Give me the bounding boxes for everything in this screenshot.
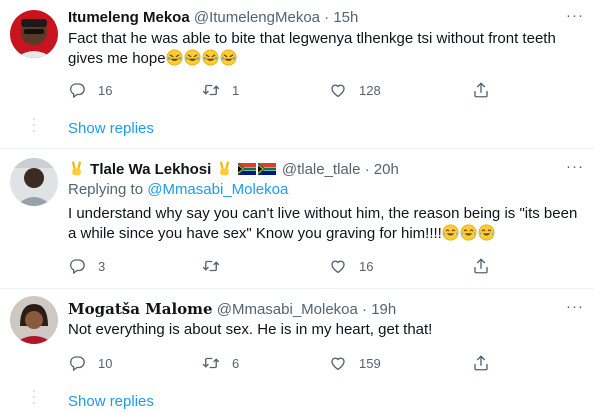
retweet-icon (202, 257, 220, 275)
share-button[interactable] (472, 353, 490, 373)
reply-icon (68, 354, 86, 372)
tears-of-joy-emoji-icon (442, 224, 459, 241)
separator-dot: · (362, 301, 368, 318)
more-options-icon[interactable]: ··· (566, 299, 584, 314)
timestamp[interactable]: 15h (333, 9, 358, 26)
retweet-count: 6 (232, 355, 240, 371)
like-count: 16 (359, 258, 374, 274)
tweet-text: Fact that he was able to bite that legwe… (68, 30, 556, 67)
author-name[interactable]: Itumeleng Mekoa (68, 9, 190, 26)
tweet-text-container: I understand why say you can't live with… (68, 204, 583, 244)
share-icon (472, 354, 490, 372)
victory-hand-emoji-icon (216, 160, 233, 177)
victory-hand-emoji-icon (68, 160, 85, 177)
reply-count: 16 (98, 82, 113, 98)
tweet-text-container: Not everything is about sex. He is in my… (68, 320, 583, 340)
avatar[interactable] (10, 10, 58, 58)
share-icon (472, 81, 490, 99)
reply-icon (68, 257, 86, 275)
avatar[interactable] (10, 296, 58, 344)
show-replies-link[interactable]: Show replies (68, 393, 154, 411)
tweet-text: Not everything is about sex. He is in my… (68, 321, 433, 338)
separator-dot: · (324, 9, 330, 26)
like-icon (329, 81, 347, 99)
more-options-icon[interactable]: ··· (566, 159, 584, 174)
author-handle[interactable]: @Mmasabi_Molekoa (217, 301, 358, 318)
like-icon (329, 257, 347, 275)
tears-of-joy-emoji-icon (478, 224, 495, 241)
reply-count: 10 (98, 355, 113, 371)
thread-dots (33, 118, 35, 136)
replying-to: Replying to @Mmasabi_Molekoa (68, 181, 288, 199)
share-button[interactable] (472, 256, 490, 276)
share-icon (472, 257, 490, 275)
like-count: 128 (359, 82, 381, 98)
author-handle[interactable]: @ItumelengMekoa (194, 9, 320, 26)
rolling-laughing-emoji-icon (202, 49, 219, 66)
retweet-button[interactable]: 1 (202, 80, 239, 100)
retweet-count: 1 (232, 82, 240, 98)
tweet-text: I understand why say you can't live with… (68, 205, 578, 242)
like-button[interactable]: 16 (329, 256, 373, 276)
reply-button[interactable]: 3 (68, 256, 105, 276)
tears-of-joy-emoji-icon (460, 224, 477, 241)
thread-dots (33, 390, 35, 408)
timestamp[interactable]: 20h (374, 161, 399, 178)
replying-to-label: Replying to (68, 181, 144, 198)
author-name[interactable]: Tlale Wa Lekhosi (90, 161, 211, 178)
south-africa-flag-icon (238, 163, 256, 175)
rolling-laughing-emoji-icon (220, 49, 237, 66)
separator-dot: · (364, 161, 370, 178)
tweet-text-container: Fact that he was able to bite that legwe… (68, 29, 583, 69)
like-button[interactable]: 159 (329, 353, 381, 373)
more-options-icon[interactable]: ··· (566, 8, 584, 23)
divider (0, 148, 594, 149)
reply-icon (68, 81, 86, 99)
reply-button[interactable]: 10 (68, 353, 112, 373)
timestamp[interactable]: 19h (371, 301, 396, 318)
divider (0, 288, 594, 289)
share-button[interactable] (472, 80, 490, 100)
reply-count: 3 (98, 258, 106, 274)
retweet-button[interactable]: 6 (202, 353, 239, 373)
south-africa-flag-icon (258, 163, 276, 175)
rolling-laughing-emoji-icon (166, 49, 183, 66)
retweet-icon (202, 81, 220, 99)
like-button[interactable]: 128 (329, 80, 381, 100)
author-handle[interactable]: @tlale_tlale (282, 161, 361, 178)
rolling-laughing-emoji-icon (184, 49, 201, 66)
like-count: 159 (359, 355, 381, 371)
reply-button[interactable]: 16 (68, 80, 112, 100)
avatar[interactable] (10, 158, 58, 206)
retweet-button[interactable] (202, 256, 232, 276)
replying-to-mention[interactable]: @Mmasabi_Molekoa (147, 181, 288, 198)
author-name[interactable]: Mogatša Malome (68, 300, 213, 318)
retweet-icon (202, 354, 220, 372)
like-icon (329, 354, 347, 372)
show-replies-link[interactable]: Show replies (68, 120, 154, 138)
